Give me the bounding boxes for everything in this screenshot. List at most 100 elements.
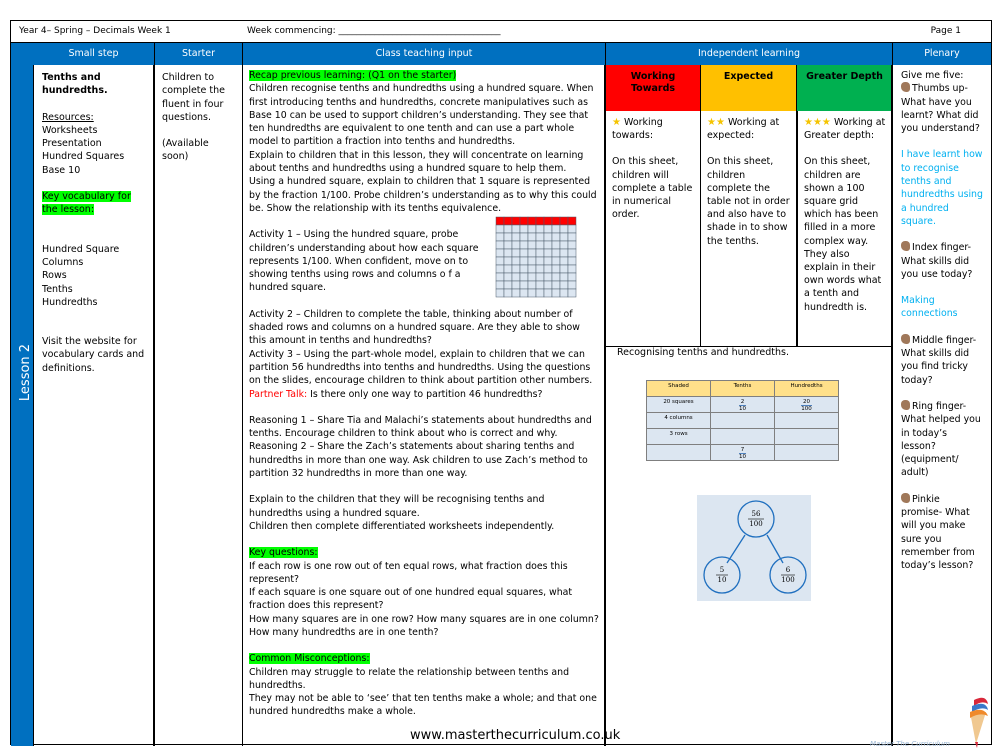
grid-square (567, 224, 577, 234)
star-icon: ★★★ (804, 117, 831, 128)
grid-square (495, 280, 505, 290)
starter-note: (Available soon) (162, 138, 209, 163)
partner-talk-question: Is there only one way to partition 46 hu… (310, 388, 543, 400)
plenary-pinkie: Pinkie promise- What will you make sure … (901, 493, 975, 572)
grid-square (519, 264, 529, 274)
grid-square (551, 240, 561, 250)
teaching-paragraph: Explain to children that in this lesson,… (249, 149, 584, 175)
shaded-square (535, 216, 545, 226)
grid-square (511, 256, 521, 266)
grid-square (543, 224, 553, 234)
lesson-sidebar: Lesson 2 (11, 65, 33, 746)
watermark: Master The Curriculum (870, 740, 950, 748)
shaded-square (543, 216, 553, 226)
grid-square (559, 240, 569, 250)
key-questions-label: Key questions: (249, 547, 318, 559)
table-row: 4 columns (646, 412, 839, 429)
grid-square (519, 248, 529, 258)
grid-square (503, 240, 513, 250)
grid-square (551, 256, 561, 266)
grid-square (519, 272, 529, 282)
level-greater-depth: Greater Depth (797, 65, 892, 111)
grid-square (567, 272, 577, 282)
reasoning-1: Reasoning 1 – Share Tia and Malachi’s st… (249, 414, 592, 440)
grid-square (503, 232, 513, 242)
hundred-square-image (495, 216, 577, 298)
document-title: Year 4– Spring – Decimals Week 1 (19, 26, 171, 36)
shaded-square (503, 216, 513, 226)
resource-item: Worksheets (42, 124, 98, 136)
grid-square (567, 280, 577, 290)
grid-square (527, 256, 537, 266)
hand-icon (901, 399, 910, 410)
key-question: If each square is one square out of one … (249, 587, 573, 612)
grid-square (535, 232, 545, 242)
grid-square (503, 280, 513, 290)
resource-item: Presentation (42, 138, 102, 150)
fraction: 20 100 (801, 399, 812, 412)
grid-square (495, 272, 505, 282)
grid-square (503, 256, 513, 266)
header-starter: Starter (182, 48, 215, 59)
example-table: Shaded Tenths Hundredths 20 squares 2 10 … (646, 380, 839, 461)
shaded-square (519, 216, 529, 226)
grid-square (519, 224, 529, 234)
grid-square (511, 264, 521, 274)
starter-column: Children to complete the fluent in four … (154, 65, 242, 746)
grid-square (551, 224, 561, 234)
level-working-towards: Working Towards (606, 65, 701, 111)
activity-1: Activity 1 – Using the hundred square, p… (249, 229, 479, 294)
website-note: Visit the website for vocabulary cards a… (42, 336, 145, 374)
fraction: 2 10 (738, 399, 747, 412)
grid-square (543, 256, 553, 266)
grid-square (551, 248, 561, 258)
grid-square (559, 256, 569, 266)
misconception: Children may struggle to relate the rela… (249, 666, 570, 691)
grid-square (527, 248, 537, 258)
grid-square (535, 240, 545, 250)
level-expected: Expected (701, 65, 797, 111)
grid-square (543, 232, 553, 242)
shaded-square (567, 216, 577, 226)
part1-numerator: 5 (720, 566, 724, 574)
partner-talk-label: Partner Talk: (249, 388, 308, 400)
key-question: How many hundredths are in one tenth? (249, 626, 439, 638)
grid-square (551, 272, 561, 282)
grid-square (527, 224, 537, 234)
grid-square (543, 288, 553, 298)
working-towards-description: ★ Working towards: On this sheet, childr… (612, 117, 693, 221)
plenary-column: Give me five: Thumbs up- What have you l… (893, 65, 991, 746)
grid-square (559, 224, 569, 234)
grid-square (535, 264, 545, 274)
part2-numerator: 6 (786, 566, 791, 574)
teaching-paragraph: Children recognise tenths and hundredths… (249, 83, 594, 148)
grid-square (519, 232, 529, 242)
grid-square (543, 240, 553, 250)
grid-square (535, 224, 545, 234)
grid-square (511, 248, 521, 258)
grid-square (511, 240, 521, 250)
grid-square (527, 232, 537, 242)
grid-square (559, 280, 569, 290)
grid-square (551, 288, 561, 298)
resource-item: Base 10 (42, 164, 81, 176)
hand-icon (901, 241, 910, 252)
misconception: They may not be able to ‘see’ that ten t… (249, 693, 597, 718)
plenary-thumbs-answer: I have learnt how to recognise tenths an… (901, 149, 983, 227)
hand-icon (901, 333, 910, 344)
grid-square (535, 272, 545, 282)
vocab-item: Columns (42, 256, 84, 268)
grid-square (559, 232, 569, 242)
independent-text: Children then complete differentiated wo… (249, 520, 555, 532)
lesson-label: Lesson 2 (18, 343, 34, 402)
table-row: 3 rows (646, 428, 839, 445)
grid-square (567, 264, 577, 274)
page-number: Page 1 (930, 26, 961, 36)
vocab-item: Hundred Square (42, 243, 120, 255)
column-headers: Small step Starter Class teaching input … (11, 43, 991, 65)
website-url[interactable]: www.masterthecurriculum.co.uk (410, 728, 620, 743)
grid-square (559, 264, 569, 274)
teaching-paragraph: Using a hundred square, explain to child… (249, 176, 597, 214)
grid-square (495, 232, 505, 242)
reasoning-2: Reasoning 2 – Share the Zach’s statement… (249, 441, 588, 480)
